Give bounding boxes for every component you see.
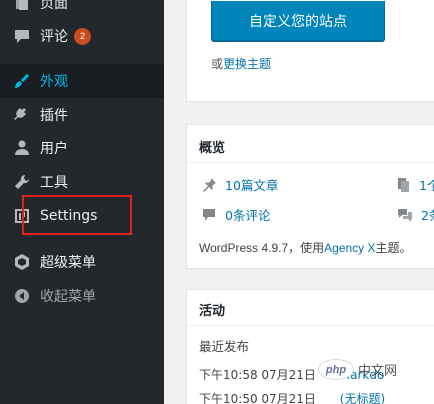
pages-icon	[12, 0, 32, 13]
sidebar-item-users[interactable]: 用户	[0, 131, 164, 165]
customize-site-button[interactable]: 自定义您的站点	[211, 1, 385, 41]
comment-count-badge: 2	[74, 27, 91, 45]
sidebar-item-label: 评论	[40, 29, 68, 45]
sidebar-item-label: 收起菜单	[40, 289, 96, 305]
pages-count-link[interactable]: 1个	[397, 175, 434, 194]
mega-menu-icon	[12, 252, 32, 272]
sidebar-item-label: 页面	[40, 0, 68, 12]
pin-icon	[203, 177, 216, 192]
pending-count-label: 2条	[421, 208, 434, 223]
divider	[187, 325, 434, 326]
widget-title: 概览	[199, 141, 226, 156]
pending-comments-link[interactable]: 2条	[397, 205, 434, 224]
recently-published-heading: 最近发布	[199, 339, 250, 354]
dashboard-main: 自定义您的站点 或更换主题 概览 10篇文章 1个 0条评论 2条 WordPr…	[164, 0, 434, 404]
sidebar-item-label: 超级菜单	[40, 255, 96, 271]
change-theme-link[interactable]: 更换主题	[223, 57, 271, 71]
tools-icon	[12, 172, 32, 192]
comments-icon	[12, 26, 32, 46]
posts-count-label: 10篇文章	[225, 178, 279, 193]
pages-icon	[398, 177, 409, 192]
theme-link[interactable]: Agency X	[324, 241, 375, 255]
settings-highlight-box	[22, 195, 132, 235]
widget-title: 活动	[199, 304, 226, 319]
watermark-text: 中文网	[358, 364, 398, 379]
change-theme-prefix: 或	[211, 57, 224, 71]
comments-count-label: 0条评论	[225, 208, 271, 223]
watermark-logo: php	[318, 359, 354, 380]
activity-row: 下午10:50 07月21日 (无标题)	[199, 390, 385, 404]
sidebar-item-comments[interactable]: 评论 2	[0, 19, 164, 53]
sidebar-item-label: 外观	[40, 74, 68, 90]
sidebar-item-pages[interactable]: 页面	[0, 0, 164, 20]
divider	[187, 162, 434, 163]
sidebar-item-tools[interactable]: 工具	[0, 165, 164, 199]
change-theme-line: 或更换主题	[211, 55, 271, 72]
comment-icon	[203, 208, 215, 221]
sidebar-item-label: 用户	[40, 141, 68, 157]
watermark: php 中文网	[318, 359, 397, 380]
post-title-link[interactable]: (无标题)	[340, 392, 385, 404]
collapse-menu-button[interactable]: 收起菜单	[0, 279, 164, 313]
wp-version-suffix: 主题。	[375, 241, 412, 255]
sidebar-item-label: 插件	[40, 108, 68, 124]
wp-version-text: WordPress 4.9.7，使用	[199, 241, 325, 255]
sidebar-item-plugins[interactable]: 插件	[0, 98, 164, 132]
at-a-glance-widget: 概览 10篇文章 1个 0条评论 2条 WordPress 4.9.7，使用Ag…	[186, 124, 434, 269]
sidebar-item-label: 工具	[40, 175, 68, 191]
comments-pending-icon	[398, 208, 412, 222]
collapse-icon	[12, 286, 32, 306]
admin-sidebar: 页面 评论 2 外观 插件 用户 工具 Settings 超级菜单 收起菜单	[0, 0, 164, 404]
post-time: 下午10:58 07月21日	[199, 368, 316, 382]
welcome-panel: 自定义您的站点 或更换主题	[186, 0, 434, 102]
users-icon	[12, 138, 32, 158]
wp-version-line: WordPress 4.9.7，使用Agency X主题。	[199, 239, 412, 256]
appearance-icon	[12, 71, 32, 91]
pages-count-label: 1个	[419, 178, 434, 193]
comments-count-link[interactable]: 0条评论	[201, 205, 270, 224]
sidebar-item-mega-menu[interactable]: 超级菜单	[0, 245, 164, 279]
sidebar-item-appearance[interactable]: 外观	[0, 64, 164, 98]
activity-widget: 活动 最近发布 下午10:58 07月21日 Markdo 下午10:50 07…	[186, 289, 434, 404]
plugins-icon	[12, 105, 32, 125]
posts-count-link[interactable]: 10篇文章	[201, 175, 278, 194]
post-time: 下午10:50 07月21日	[199, 392, 316, 404]
